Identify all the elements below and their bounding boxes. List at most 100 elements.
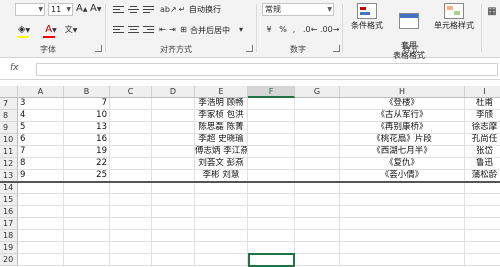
table-cell[interactable]: 孔尚任 xyxy=(465,134,500,146)
currency-icon[interactable]: ¥ xyxy=(262,24,276,36)
align-top-icon[interactable] xyxy=(113,6,124,15)
table-cell[interactable] xyxy=(152,134,195,146)
table-cell[interactable] xyxy=(248,146,295,158)
percent-style-button[interactable]: % xyxy=(278,24,288,36)
table-cell[interactable] xyxy=(295,242,340,254)
formula-input[interactable] xyxy=(36,63,498,76)
table-cell[interactable] xyxy=(110,254,152,266)
table-cell[interactable] xyxy=(295,110,340,122)
table-cell[interactable] xyxy=(152,230,195,242)
row-header[interactable]: 7 xyxy=(0,98,18,110)
table-cell[interactable] xyxy=(110,218,152,230)
table-cell[interactable] xyxy=(110,122,152,134)
table-cell[interactable]: 22 xyxy=(64,158,110,170)
table-cell[interactable] xyxy=(195,254,248,266)
table-cell[interactable] xyxy=(110,206,152,218)
table-cell[interactable]: 19 xyxy=(64,146,110,158)
table-cell[interactable]: 李浩明 顾畅 xyxy=(195,98,248,110)
spreadsheet-grid[interactable]: A B C D E F G H I 7 3 7 李浩明 顾畅 《登楼》 杜甫 8 4 10 李家桢 包洪 《古从军行》… xyxy=(0,86,500,267)
function-icon[interactable]: fx xyxy=(10,63,19,73)
table-cell[interactable] xyxy=(248,206,295,218)
row-header[interactable]: 20 xyxy=(0,254,18,266)
table-cell[interactable] xyxy=(18,218,64,230)
table-cell[interactable] xyxy=(340,230,465,242)
table-cell[interactable] xyxy=(195,194,248,206)
table-cell[interactable] xyxy=(152,98,195,110)
table-cell[interactable] xyxy=(340,194,465,206)
decrease-indent-icon[interactable]: ⇤ xyxy=(158,24,167,36)
table-cell[interactable] xyxy=(248,182,295,194)
table-cell[interactable] xyxy=(195,218,248,230)
table-cell[interactable] xyxy=(295,254,340,266)
wrap-text-icon[interactable]: ↵ xyxy=(177,4,187,16)
table-cell[interactable] xyxy=(110,158,152,170)
table-cell[interactable] xyxy=(152,194,195,206)
table-cell[interactable]: 《西湖七月半》 xyxy=(340,146,465,158)
table-cell[interactable]: 6 xyxy=(18,134,64,146)
table-cell[interactable] xyxy=(340,218,465,230)
table-cell[interactable] xyxy=(340,182,465,194)
table-cell[interactable]: 杜甫 xyxy=(465,98,500,110)
column-header-d[interactable]: D xyxy=(152,86,195,98)
table-cell[interactable]: 7 xyxy=(18,146,64,158)
table-cell[interactable] xyxy=(295,206,340,218)
table-cell[interactable] xyxy=(295,194,340,206)
table-cell[interactable] xyxy=(295,230,340,242)
table-cell[interactable] xyxy=(195,206,248,218)
table-cell[interactable] xyxy=(64,242,110,254)
column-header-c[interactable]: C xyxy=(110,86,152,98)
column-header-e[interactable]: E xyxy=(195,86,248,98)
font-dialog-launcher-icon[interactable] xyxy=(95,45,102,52)
table-cell[interactable]: 7 xyxy=(64,98,110,110)
active-cell[interactable] xyxy=(248,253,295,267)
column-header-h[interactable]: H xyxy=(340,86,465,98)
table-cell[interactable] xyxy=(295,122,340,134)
table-cell[interactable] xyxy=(64,182,110,194)
table-cell[interactable] xyxy=(110,110,152,122)
table-cell[interactable]: 李颀 xyxy=(465,110,500,122)
table-cell[interactable]: 李家桢 包洪 xyxy=(195,110,248,122)
table-cell[interactable] xyxy=(152,254,195,266)
table-cell[interactable]: 《登楼》 xyxy=(340,98,465,110)
table-cell[interactable] xyxy=(110,230,152,242)
align-center-icon[interactable] xyxy=(128,26,139,35)
row-header[interactable]: 8 xyxy=(0,110,18,122)
orientation-icon[interactable]: ab↗ xyxy=(160,4,177,16)
table-cell[interactable] xyxy=(295,218,340,230)
table-cell[interactable]: 4 xyxy=(18,110,64,122)
font-size-dropdown[interactable]: 11 ▼ xyxy=(48,3,73,16)
table-cell[interactable] xyxy=(152,218,195,230)
table-cell[interactable] xyxy=(295,158,340,170)
increase-decimal-icon[interactable]: .0← xyxy=(303,24,317,36)
table-cell[interactable] xyxy=(110,134,152,146)
font-name-dropdown[interactable]: ▼ xyxy=(15,3,45,16)
table-cell[interactable]: 李超 史晓瑜 xyxy=(195,134,248,146)
phonetic-icon[interactable]: 文▼ xyxy=(64,24,78,37)
table-cell[interactable] xyxy=(248,98,295,110)
table-cell[interactable] xyxy=(64,230,110,242)
row-header[interactable]: 16 xyxy=(0,206,18,218)
table-cell[interactable] xyxy=(465,206,500,218)
table-cell[interactable] xyxy=(18,254,64,266)
table-cell[interactable] xyxy=(248,110,295,122)
row-header[interactable]: 18 xyxy=(0,230,18,242)
table-cell[interactable]: 5 xyxy=(18,122,64,134)
table-cell[interactable] xyxy=(18,194,64,206)
row-header[interactable]: 10 xyxy=(0,134,18,146)
row-header[interactable]: 14 xyxy=(0,182,18,194)
table-cell[interactable]: 10 xyxy=(64,110,110,122)
table-cell[interactable] xyxy=(64,194,110,206)
row-header[interactable]: 9 xyxy=(0,122,18,134)
merge-center-icon[interactable]: ⊞ xyxy=(179,24,188,36)
table-cell[interactable] xyxy=(152,242,195,254)
row-header[interactable]: 17 xyxy=(0,218,18,230)
table-cell[interactable] xyxy=(152,122,195,134)
table-cell[interactable] xyxy=(465,230,500,242)
number-format-dropdown[interactable]: 常规 ▼ xyxy=(262,3,334,16)
table-cell[interactable] xyxy=(152,110,195,122)
table-cell[interactable] xyxy=(18,242,64,254)
column-header-g[interactable]: G xyxy=(295,86,340,98)
number-dialog-launcher-icon[interactable] xyxy=(333,45,340,52)
table-cell[interactable] xyxy=(64,254,110,266)
decrease-font-icon[interactable]: A▼ xyxy=(90,3,101,16)
